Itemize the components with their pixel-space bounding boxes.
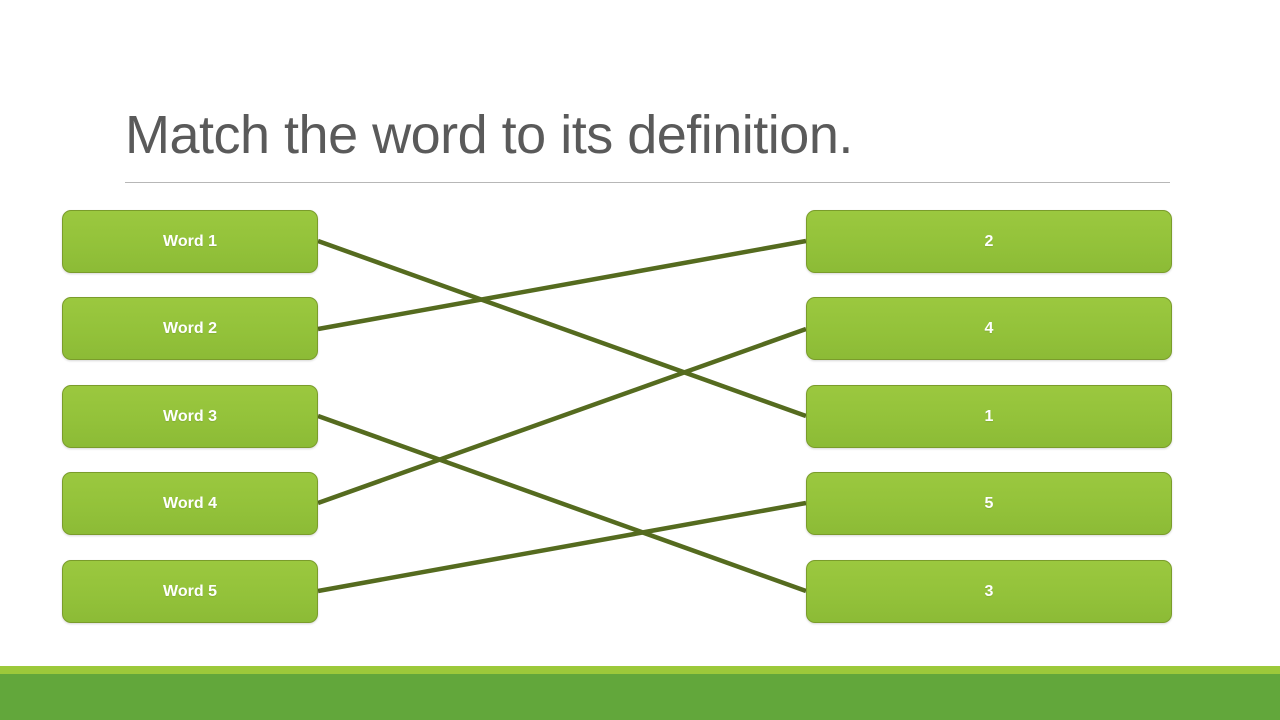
word-box-1[interactable]: Word 1: [62, 210, 318, 273]
title-divider: [125, 182, 1170, 183]
connector-line-4: [317, 326, 807, 506]
definition-box-2-label: 4: [984, 319, 994, 337]
definition-box-1-label: 2: [984, 232, 994, 250]
word-box-5-label: Word 5: [163, 582, 217, 600]
title-block: Match the word to its definition.: [125, 100, 1170, 184]
definition-box-2[interactable]: 4: [806, 297, 1172, 360]
definition-box-4[interactable]: 5: [806, 472, 1172, 535]
slide-canvas: Match the word to its definition. Word 1…: [0, 0, 1280, 720]
word-box-2[interactable]: Word 2: [62, 297, 318, 360]
definition-box-1[interactable]: 2: [806, 210, 1172, 273]
word-box-3-label: Word 3: [163, 407, 217, 425]
word-box-4-label: Word 4: [163, 494, 217, 512]
footer-accent-stripe: [0, 666, 1280, 674]
footer-bar: [0, 674, 1280, 720]
connector-line-2: [317, 238, 807, 332]
definition-box-5-label: 3: [984, 582, 994, 600]
definition-box-4-label: 5: [984, 494, 994, 512]
page-title: Match the word to its definition.: [125, 105, 853, 165]
word-box-4[interactable]: Word 4: [62, 472, 318, 535]
connector-line-5: [317, 500, 807, 594]
definition-box-3-label: 1: [984, 407, 994, 425]
word-box-3[interactable]: Word 3: [62, 385, 318, 448]
definition-box-3[interactable]: 1: [806, 385, 1172, 448]
connector-line-3: [317, 413, 807, 594]
definition-box-5[interactable]: 3: [806, 560, 1172, 623]
word-box-1-label: Word 1: [163, 232, 217, 250]
word-box-2-label: Word 2: [163, 319, 217, 337]
word-box-5[interactable]: Word 5: [62, 560, 318, 623]
connector-line-1: [317, 238, 807, 419]
